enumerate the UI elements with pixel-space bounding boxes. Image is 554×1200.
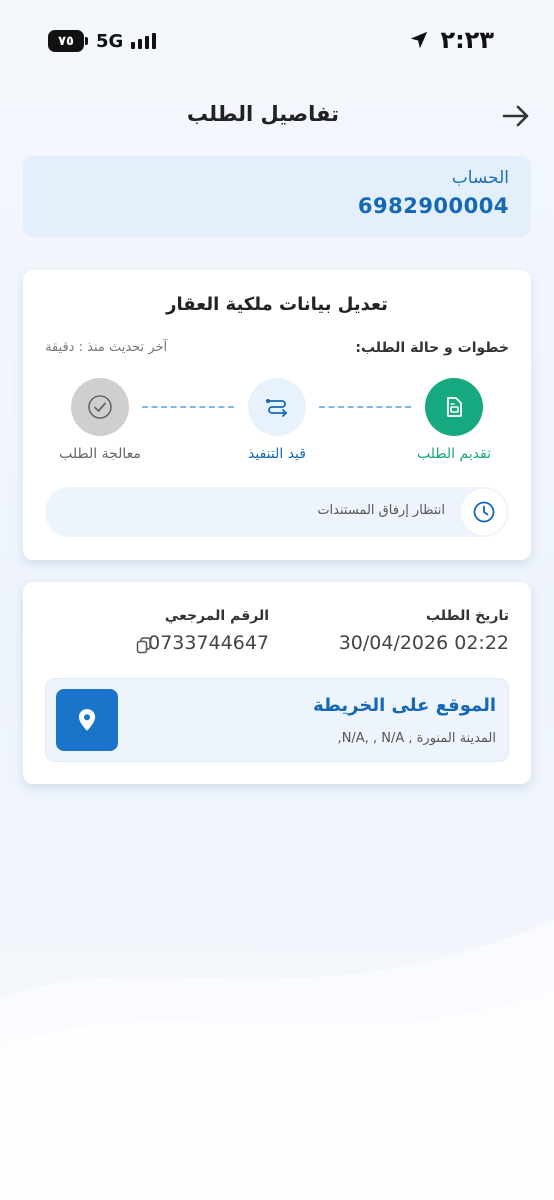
step-connector xyxy=(142,406,234,408)
step-connector xyxy=(319,406,411,408)
arrow-right-icon xyxy=(502,105,529,127)
date-value: 30/04/2026 02:22 xyxy=(338,632,509,654)
background-wave xyxy=(0,920,554,1200)
request-status-card: تعديل بيانات ملكية العقار خطوات و حالة ا… xyxy=(23,270,531,560)
pending-status-text: انتظار إرفاق المستندات xyxy=(317,503,445,518)
battery-indicator: ٧٥ xyxy=(48,30,84,52)
map-address: المدينة المنورة , N/A, , N/A, xyxy=(337,731,496,746)
last-update-text: آخر تحديث منذ : دقيقة xyxy=(45,340,168,355)
reference-value: 0733744647 xyxy=(148,632,269,654)
reference-label: الرقم المرجعي xyxy=(164,608,269,624)
page-title: تفاصيل الطلب xyxy=(186,102,339,126)
step-processing-circle xyxy=(71,378,129,436)
map-location-button[interactable]: الموقع على الخريطة المدينة المنورة , N/A… xyxy=(45,678,509,762)
copy-icon[interactable] xyxy=(135,636,153,654)
status-time: ٢:٢٣ xyxy=(440,26,494,54)
location-pin-icon xyxy=(78,709,96,731)
account-number: 6982900004 xyxy=(357,194,509,218)
date-label: تاريخ الطلب xyxy=(425,608,509,624)
clock-badge xyxy=(461,489,507,535)
map-title: الموقع على الخريطة xyxy=(312,695,496,716)
clock-icon xyxy=(473,501,495,523)
request-title: تعديل بيانات ملكية العقار xyxy=(166,294,388,315)
status-bar: ٧٥ 5G ٢:٢٣ xyxy=(0,0,554,80)
pending-status-bar: انتظار إرفاق المستندات xyxy=(45,487,509,537)
battery-tip xyxy=(85,37,88,45)
back-button[interactable] xyxy=(500,100,532,132)
steps-label: خطوات و حالة الطلب: xyxy=(355,340,509,356)
account-label: الحساب xyxy=(451,168,509,188)
step-submit-label: تقديم الطلب xyxy=(416,446,491,462)
map-pin-button[interactable] xyxy=(56,689,118,751)
check-circle-icon xyxy=(88,395,112,419)
location-arrow-icon xyxy=(411,31,428,49)
route-icon xyxy=(266,399,287,417)
signal-icon xyxy=(131,33,157,49)
step-progress-circle xyxy=(248,378,306,436)
step-submit-circle xyxy=(425,378,483,436)
account-card: الحساب 6982900004 xyxy=(23,156,531,237)
page-header: تفاصيل الطلب xyxy=(0,96,554,136)
step-progress-label: قيد التنفيذ xyxy=(248,446,306,462)
network-type: 5G xyxy=(96,30,124,52)
step-processing-label: معالجة الطلب xyxy=(59,446,141,462)
document-icon xyxy=(447,397,462,417)
request-details-card: تاريخ الطلب 30/04/2026 02:22 الرقم المرج… xyxy=(23,582,531,784)
